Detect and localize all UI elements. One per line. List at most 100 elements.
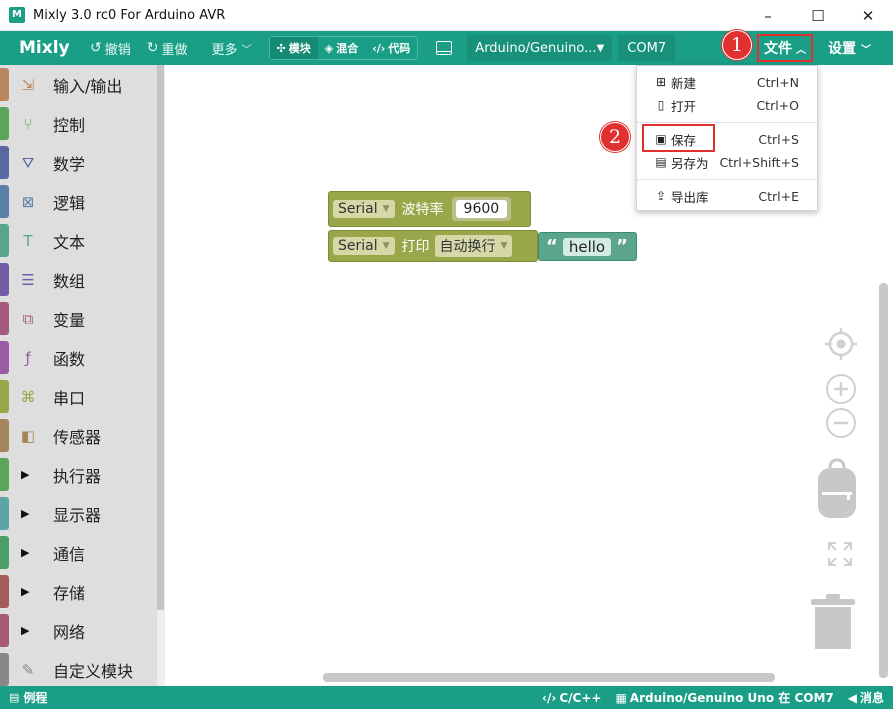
dropdown-arrow-icon: ▼ [500, 241, 508, 251]
file-menu-item-2[interactable]: ▯ 打开 Ctrl+O [637, 94, 817, 116]
serial-baud-block[interactable]: Serial ▼ 波特率 9600 [328, 191, 531, 227]
board-select[interactable]: Arduino/Genuino... ▼ [467, 35, 613, 61]
sidebar-item-3[interactable]: ⛛ 数学 [0, 143, 157, 182]
serial-object-dropdown[interactable]: Serial ▼ [333, 200, 395, 218]
file-menu-item-5[interactable]: ⇪ 导出库 Ctrl+E [637, 185, 817, 207]
menu-item-label: 另存为 [671, 155, 709, 171]
custom-module-icon: ✎ [21, 660, 35, 679]
control-icon: ⑂ [23, 114, 33, 133]
sidebar-item-5[interactable]: T 文本 [0, 221, 157, 260]
sidebar-item-10[interactable]: ◧ 传感器 [0, 416, 157, 455]
menu-item-label: 新建 [671, 75, 697, 91]
sidebar-item-label: 数学 [53, 154, 86, 174]
zoom-out-button[interactable] [825, 407, 857, 443]
undo-button[interactable]: ↺ 撤销 [85, 36, 136, 60]
category-color-bar [0, 224, 9, 257]
sidebar-scrollbar-thumb[interactable] [157, 65, 164, 610]
examples-button[interactable]: ▤ 例程 [9, 689, 47, 706]
examples-label: 例程 [23, 691, 48, 705]
board-port-indicator[interactable]: ▦ Arduino/Genuino Uno 在 COM7 [615, 689, 833, 706]
sidebar-item-15[interactable]: ▶ 网络 [0, 611, 157, 650]
print-mode-dropdown[interactable]: 自动换行 ▼ [434, 235, 513, 257]
sidebar-item-label: 变量 [53, 310, 86, 330]
expand-triangle-icon: ▶ [21, 585, 30, 598]
category-color-bar [0, 653, 9, 686]
toggle-panel-icon[interactable] [436, 41, 453, 55]
fullscreen-button[interactable] [827, 541, 853, 571]
redo-button[interactable]: ↻ 重做 [142, 36, 193, 60]
sidebar-item-9[interactable]: ⌘ 串口 [0, 377, 157, 416]
board-select-value: Arduino/Genuino... [475, 40, 597, 56]
sidebar-item-label: 通信 [53, 544, 86, 564]
category-color-bar [0, 419, 9, 452]
port-select[interactable]: COM7 [618, 35, 676, 61]
serial-icon: ⌘ [20, 387, 36, 406]
blocks-icon: ✣ [276, 41, 286, 55]
zoom-in-button[interactable] [825, 373, 857, 409]
serial-print-block[interactable]: Serial ▼ 打印 自动换行 ▼ [328, 230, 538, 262]
sidebar-item-8[interactable]: ƒ 函数 [0, 338, 157, 377]
workspace-vertical-scrollbar[interactable] [879, 283, 888, 678]
math-icon: ⛛ [21, 153, 35, 172]
tab-code-label: 代码 [388, 42, 411, 55]
save-highlight-box [642, 124, 715, 152]
file-menu-item-1[interactable]: ⊞ 新建 Ctrl+N [637, 71, 817, 93]
sidebar-item-13[interactable]: ▶ 通信 [0, 533, 157, 572]
sidebar-item-11[interactable]: ▶ 执行器 [0, 455, 157, 494]
trash-icon [811, 594, 855, 649]
text-string-block[interactable]: “ hello ” [538, 232, 637, 261]
print-mode-label: 自动换行 [439, 239, 496, 255]
text-string-input[interactable]: hello [562, 237, 612, 256]
main-toolbar: Mixly ↺ 撤销 ↻ 重做 更多 ﹀ ✣ 模块 ◈ 混合 ‹/› 代码 Ar… [0, 31, 893, 65]
serial-object-label: Serial [338, 238, 378, 254]
settings-menu-button[interactable]: 设置 ﹀ [828, 31, 871, 65]
file-menu-item-4[interactable]: ▤ 另存为 Ctrl+Shift+S [637, 151, 817, 173]
sidebar-item-4[interactable]: ⊠ 逻辑 [0, 182, 157, 221]
new-file-icon: ⊞ [655, 75, 667, 89]
tab-code[interactable]: ‹/› 代码 [365, 37, 417, 59]
category-color-bar [0, 146, 9, 179]
file-menu-button[interactable]: 文件 ︿ [757, 34, 813, 62]
sidebar-item-label: 文本 [53, 232, 86, 252]
sidebar-item-12[interactable]: ▶ 显示器 [0, 494, 157, 533]
sidebar-item-16[interactable]: ✎ 自定义模块 [0, 650, 157, 686]
sidebar-item-1[interactable]: ⇲ 输入/输出 [0, 65, 157, 104]
sidebar-item-2[interactable]: ⑂ 控制 [0, 104, 157, 143]
tab-mixed[interactable]: ◈ 混合 [318, 37, 365, 59]
more-button[interactable]: 更多 ﹀ [207, 36, 257, 60]
recenter-button[interactable] [825, 328, 857, 364]
sidebar-item-label: 存储 [53, 583, 86, 603]
menu-item-shortcut: Ctrl+O [756, 97, 799, 113]
category-color-bar [0, 68, 9, 101]
sidebar-item-label: 自定义模块 [53, 661, 134, 681]
minimize-button[interactable]: – [743, 0, 793, 31]
baud-rate-input[interactable]: 9600 [455, 200, 508, 218]
backpack-button[interactable] [816, 458, 858, 524]
sidebar-item-label: 数组 [53, 271, 86, 291]
menu-item-shortcut: Ctrl+N [756, 74, 799, 90]
sidebar-item-6[interactable]: ☰ 数组 [0, 260, 157, 299]
list-icon: ☰ [21, 270, 35, 289]
maximize-button[interactable]: ☐ [793, 0, 843, 31]
sensor-icon: ◧ [20, 426, 36, 445]
zoom-in-icon [826, 374, 856, 404]
tab-blocks[interactable]: ✣ 模块 [269, 37, 318, 59]
board-port-label: Arduino/Genuino Uno 在 COM7 [629, 691, 834, 705]
sidebar-item-7[interactable]: ⧉ 变量 [0, 299, 157, 338]
messages-button[interactable]: ◀ 消息 [848, 689, 884, 706]
file-menu-label: 文件 [764, 41, 792, 57]
trash-button[interactable] [809, 593, 857, 657]
status-bar: ▤ 例程 ‹/› C/C++ ▦ Arduino/Genuino Uno 在 C… [0, 686, 893, 709]
expand-icon [828, 542, 852, 566]
tab-mixed-label: 混合 [336, 42, 359, 55]
category-color-bar [0, 341, 9, 374]
workspace-horizontal-scrollbar[interactable] [323, 673, 775, 682]
category-color-bar [0, 614, 9, 647]
language-indicator[interactable]: ‹/› C/C++ [542, 691, 601, 705]
sidebar-item-14[interactable]: ▶ 存储 [0, 572, 157, 611]
input-output-icon: ⇲ [21, 75, 35, 94]
serial-object-dropdown[interactable]: Serial ▼ [333, 237, 395, 255]
menu-item-label: 导出库 [671, 189, 709, 205]
close-button[interactable]: ✕ [843, 0, 893, 31]
category-color-bar [0, 497, 9, 530]
